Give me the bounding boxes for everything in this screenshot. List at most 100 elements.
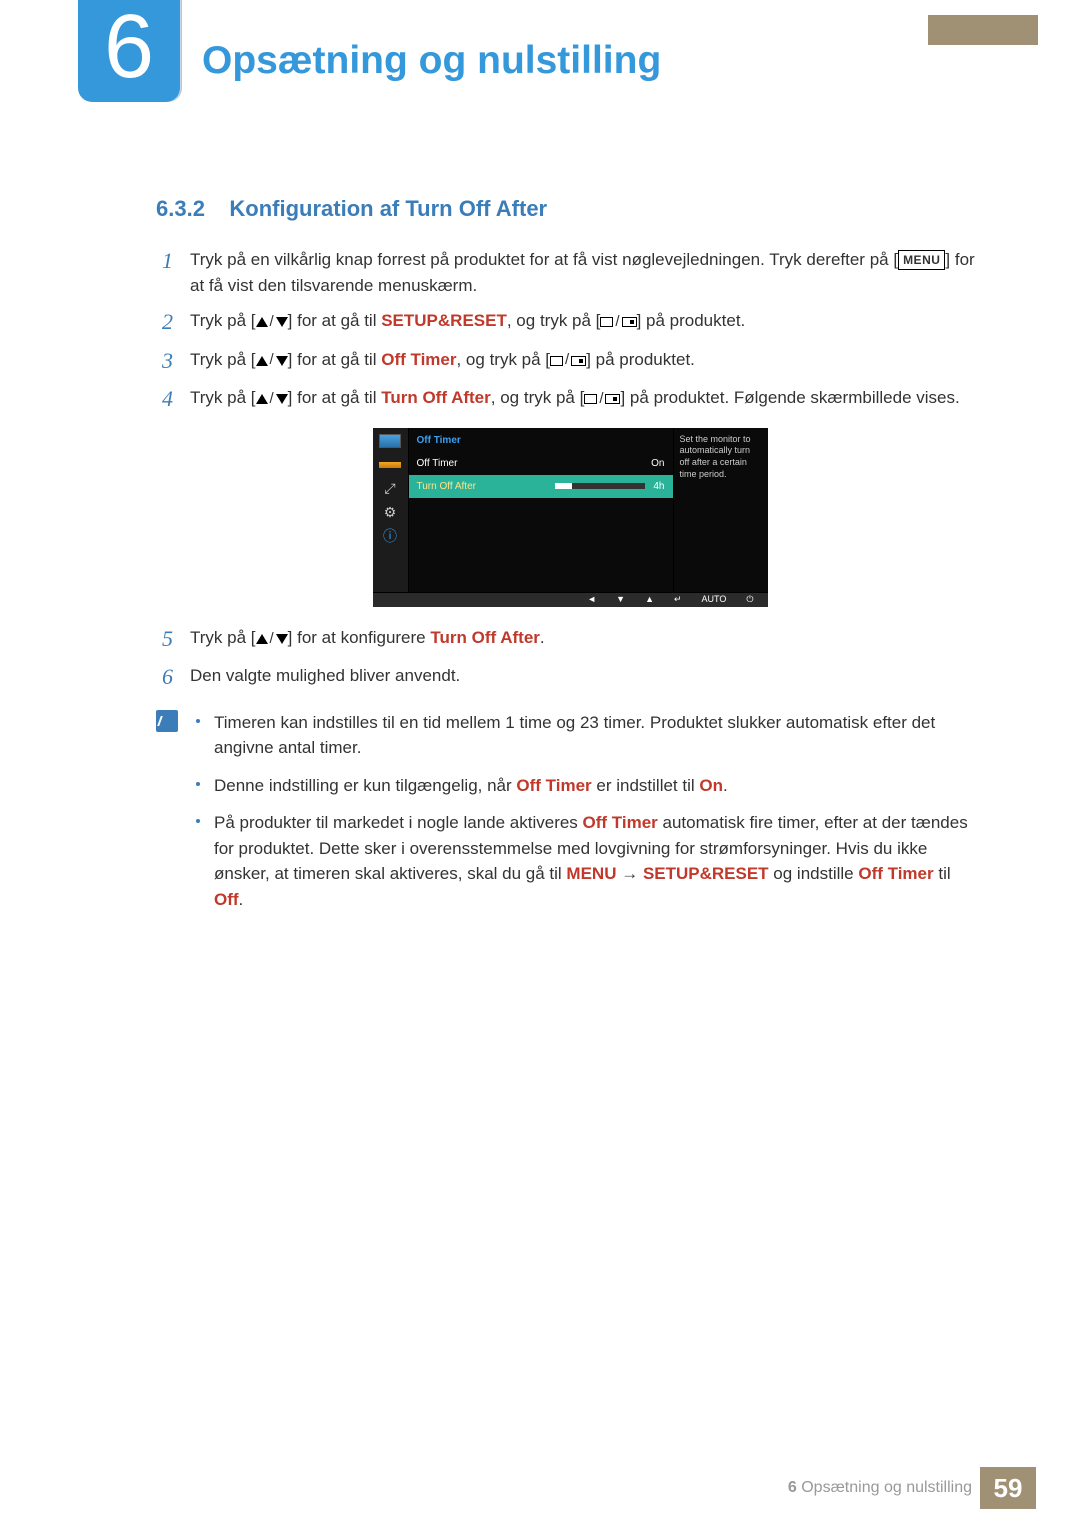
bullet-3: På produkter til markedet i nogle lande … (192, 810, 984, 912)
osd-sidebar: ⤢ ⚙ ⓘ (373, 428, 409, 592)
auto-label: AUTO (702, 593, 727, 607)
footer-chapter-title: Opsætning og nulstilling (801, 1479, 972, 1496)
up-down-icon: / (256, 628, 288, 651)
bullet-text: På produkter til markedet i nogle lande … (214, 810, 984, 912)
offtimer-label: Off Timer (516, 776, 591, 795)
enter-source-icon: / (550, 349, 586, 372)
text: og indstille (769, 864, 859, 883)
target-turnoffafter: Turn Off After (381, 388, 491, 407)
chapter-header: 6 Opsætning og nulstilling (78, 0, 978, 130)
enter-source-icon: / (584, 388, 620, 411)
text: . (239, 890, 244, 909)
footer-text: 6 Opsætning og nulstilling (788, 1476, 972, 1500)
osd-row-value: 4h (653, 479, 664, 494)
offtimer-label: Off Timer (858, 864, 933, 883)
osd-row-value: On (651, 456, 664, 471)
step-text: Tryk på [ / ] for at konfigurere Turn Of… (190, 625, 984, 654)
text: Tryk på [ (190, 311, 256, 330)
power-icon: ⏻ (746, 593, 753, 607)
size-icon: ⤢ (378, 480, 402, 498)
step-number: 5 (162, 625, 190, 654)
text: Tryk på [ (190, 628, 256, 647)
chapter-number-tab: 6 (78, 0, 180, 102)
gear-icon: ⚙ (378, 504, 402, 522)
step-list: 1 Tryk på en vilkårlig knap forrest på p… (162, 247, 984, 414)
text: , og tryk på [ (507, 311, 601, 330)
text: , og tryk på [ (456, 350, 550, 369)
bullet-dot-icon (196, 719, 200, 723)
step-4: 4 Tryk på [ / ] for at gå til Turn Off A… (162, 385, 984, 414)
bullet-dot-icon (196, 819, 200, 823)
text: til (934, 864, 951, 883)
chapter-title: Opsætning og nulstilling (202, 32, 661, 91)
osd-row-offtimer: Off Timer On (409, 452, 673, 475)
text: , og tryk på [ (491, 388, 585, 407)
osd-row-label: Off Timer (417, 456, 458, 471)
text: Tryk på [ (190, 388, 256, 407)
up-down-icon: / (256, 349, 288, 372)
page-footer: 6 Opsætning og nulstilling 59 (788, 1467, 1036, 1509)
text: ] for at gå til (288, 350, 382, 369)
text: ] for at gå til (288, 311, 382, 330)
step-3: 3 Tryk på [ / ] for at gå til Off Timer,… (162, 347, 984, 376)
section-title: Konfiguration af Turn Off After (229, 196, 547, 221)
up-down-icon: / (256, 388, 288, 411)
step-text: Tryk på [ / ] for at gå til Off Timer, o… (190, 347, 984, 376)
color-icon (378, 456, 402, 474)
text: . (723, 776, 728, 795)
step-text: Tryk på [ / ] for at gå til SETUP&RESET,… (190, 308, 984, 337)
arrow-icon: → (616, 864, 642, 883)
bullet-2: Denne indstilling er kun tilgængelig, nå… (192, 773, 984, 799)
bullet-dot-icon (196, 782, 200, 786)
text: er indstillet til (592, 776, 700, 795)
monitor-icon (378, 432, 402, 450)
info-icon: ⓘ (378, 528, 402, 546)
off-label: Off (214, 890, 239, 909)
section-heading: 6.3.2 Konfiguration af Turn Off After (156, 192, 984, 225)
on-label: On (699, 776, 723, 795)
text: På produkter til markedet i nogle lande … (214, 813, 583, 832)
step-5: 5 Tryk på [ / ] for at konfigurere Turn … (162, 625, 984, 654)
step-text: Tryk på [ / ] for at gå til Turn Off Aft… (190, 385, 984, 414)
text: ] for at konfigurere (288, 628, 431, 647)
body-content: 6.3.2 Konfiguration af Turn Off After 1 … (156, 192, 984, 924)
enter-icon: ↵ (674, 593, 682, 607)
step-6: 6 Den valgte mulighed bliver anvendt. (162, 663, 984, 692)
page-number: 59 (980, 1467, 1036, 1509)
step-number: 6 (162, 663, 190, 692)
step-text: Tryk på en vilkårlig knap forrest på pro… (190, 247, 984, 298)
text: ] for at gå til (288, 388, 382, 407)
step-number: 3 (162, 347, 190, 376)
note-icon (156, 710, 178, 732)
section-number: 6.3.2 (156, 196, 205, 221)
down-arrow-icon: ▼ (616, 593, 625, 607)
bullet-text: Timeren kan indstilles til en tid mellem… (214, 710, 984, 761)
step-text: Den valgte mulighed bliver anvendt. (190, 663, 984, 692)
enter-source-icon: / (600, 311, 636, 334)
bullet-text: Denne indstilling er kun tilgængelig, nå… (214, 773, 984, 799)
text: . (540, 628, 545, 647)
target-offtimer: Off Timer (381, 350, 456, 369)
text: Denne indstilling er kun tilgængelig, nå… (214, 776, 516, 795)
step-number: 1 (162, 247, 190, 298)
osd-title: Off Timer (409, 428, 673, 452)
osd-help-text: Set the monitor to automatically turn of… (673, 428, 768, 592)
step-number: 4 (162, 385, 190, 414)
left-arrow-icon: ◄ (587, 593, 596, 607)
target-setupreset: SETUP&RESET (381, 311, 507, 330)
bullet-1: Timeren kan indstilles til en tid mellem… (192, 710, 984, 761)
text: Tryk på [ (190, 350, 256, 369)
osd-slider (555, 483, 645, 489)
osd-content: Off Timer Off Timer On Turn Off After 4h (409, 428, 673, 592)
up-arrow-icon: ▲ (645, 593, 654, 607)
text: ] på produktet. (586, 350, 695, 369)
step-2: 2 Tryk på [ / ] for at gå til SETUP&RESE… (162, 308, 984, 337)
offtimer-label: Off Timer (583, 813, 658, 832)
menu-button-label: MENU (898, 250, 945, 270)
setupreset-label: SETUP&RESET (643, 864, 769, 883)
bullet-list: Timeren kan indstilles til en tid mellem… (192, 710, 984, 925)
footer-chapter-number: 6 (788, 1479, 797, 1496)
osd-bottom-bar: ◄ ▼ ▲ ↵ AUTO ⏻ (373, 593, 768, 607)
text: Tryk på en vilkårlig knap forrest på pro… (190, 250, 898, 269)
osd-row-turnoffafter: Turn Off After 4h (409, 475, 673, 498)
